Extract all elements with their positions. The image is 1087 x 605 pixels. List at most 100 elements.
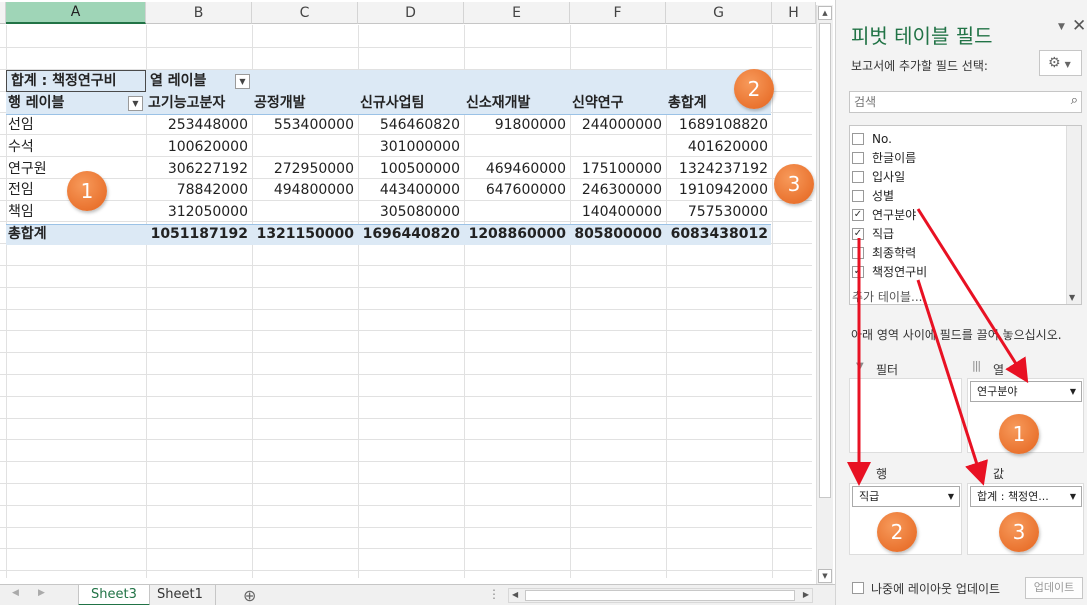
pivot-value-cell[interactable] bbox=[464, 202, 570, 223]
column-header-c[interactable]: C bbox=[252, 2, 358, 24]
columns-field-chip[interactable]: 연구분야 ▼ bbox=[970, 381, 1082, 402]
field-checkbox[interactable]: ✓ bbox=[852, 227, 864, 240]
scroll-down-arrow-icon[interactable]: ▼ bbox=[818, 569, 832, 583]
rows-field-chip[interactable]: 직급 ▼ bbox=[852, 486, 960, 507]
chip-dropdown-icon[interactable]: ▼ bbox=[1070, 382, 1076, 401]
search-icon[interactable]: ⌕ bbox=[1071, 93, 1078, 108]
scroll-up-arrow-icon[interactable]: ▲ bbox=[818, 6, 832, 20]
filter-area[interactable] bbox=[849, 378, 962, 453]
values-field-chip[interactable]: 합계 : 책정연... ▼ bbox=[970, 486, 1082, 507]
column-header-f[interactable]: F bbox=[570, 2, 666, 24]
search-input[interactable] bbox=[850, 92, 1055, 112]
column-header-g[interactable]: G bbox=[666, 2, 772, 24]
pivot-value-cell[interactable]: 91800000 bbox=[464, 115, 570, 136]
field-checkbox[interactable] bbox=[852, 189, 864, 202]
tab-next-arrow-icon[interactable]: ▶ bbox=[38, 588, 45, 598]
pivot-value-cell[interactable]: 306227192 bbox=[146, 159, 252, 180]
close-icon[interactable]: ✕ bbox=[1072, 16, 1086, 36]
pivot-value-cell[interactable] bbox=[570, 137, 666, 158]
field-checkbox[interactable] bbox=[852, 246, 864, 259]
pivot-value-cell[interactable]: 305080000 bbox=[358, 202, 464, 223]
field-item[interactable]: 최종학력 bbox=[852, 243, 916, 262]
pivot-value-cell[interactable]: 757530000 bbox=[666, 202, 772, 223]
field-item[interactable]: 한글이름 bbox=[852, 148, 916, 167]
tab-sheet1[interactable]: Sheet1 bbox=[145, 585, 216, 605]
pivot-value-cell[interactable]: 100500000 bbox=[358, 159, 464, 180]
hscroll-right-arrow-icon[interactable]: ▶ bbox=[803, 590, 809, 599]
update-button[interactable]: 업데이트 bbox=[1025, 577, 1083, 599]
hscroll-left-arrow-icon[interactable]: ◀ bbox=[512, 590, 518, 599]
pivot-row-label-cell[interactable]: 수석 bbox=[8, 137, 138, 158]
split-handle-icon[interactable]: ⋮ bbox=[488, 587, 500, 601]
pivot-value-cell[interactable]: 78842000 bbox=[146, 180, 252, 201]
pivot-value-cell[interactable]: 469460000 bbox=[464, 159, 570, 180]
field-item[interactable]: ✓ 직급 bbox=[852, 224, 894, 243]
pane-options-caret-icon[interactable]: ▼ bbox=[1058, 22, 1065, 32]
pivot-value-cell[interactable]: 401620000 bbox=[666, 137, 772, 158]
tools-button[interactable]: ⚙ ▼ bbox=[1039, 50, 1082, 76]
field-checkbox[interactable]: ✓ bbox=[852, 265, 864, 278]
field-item[interactable]: ✓ 연구분야 bbox=[852, 205, 916, 224]
field-checkbox[interactable] bbox=[852, 132, 864, 145]
field-item[interactable]: No. bbox=[852, 129, 892, 148]
field-checkbox[interactable]: ✓ bbox=[852, 208, 864, 221]
chip-dropdown-icon[interactable]: ▼ bbox=[948, 487, 954, 506]
pivot-value-cell[interactable]: 140400000 bbox=[570, 202, 666, 223]
pivot-row-label-cell[interactable]: 총합계 bbox=[8, 224, 138, 245]
field-checkbox[interactable] bbox=[852, 151, 864, 164]
pivot-value-cell[interactable]: 553400000 bbox=[252, 115, 358, 136]
tab-sheet3[interactable]: Sheet3 bbox=[78, 585, 150, 605]
pivot-row-label-cell[interactable]: 선임 bbox=[8, 115, 138, 136]
row-filter-dropdown[interactable]: ▼ bbox=[128, 96, 143, 111]
field-label: 직급 bbox=[872, 227, 895, 241]
pivot-value-cell[interactable]: 246300000 bbox=[570, 180, 666, 201]
pivot-value-cell[interactable]: 1051187192 bbox=[146, 224, 252, 245]
pivot-value-cell[interactable]: 1689108820 bbox=[666, 115, 772, 136]
defer-layout-checkbox[interactable] bbox=[852, 582, 864, 594]
field-item[interactable]: ✓ 책정연구비 bbox=[852, 262, 927, 281]
pivot-value-cell[interactable] bbox=[252, 137, 358, 158]
more-tables-link[interactable]: 추가 테이블... bbox=[852, 288, 1057, 305]
scroll-thumb[interactable] bbox=[819, 23, 831, 498]
pivot-value-cell[interactable]: 1321150000 bbox=[252, 224, 358, 245]
pivot-value-cell[interactable]: 647600000 bbox=[464, 180, 570, 201]
pivot-value-cell[interactable]: 175100000 bbox=[570, 159, 666, 180]
pivot-value-cell[interactable]: 494800000 bbox=[252, 180, 358, 201]
pivot-value-cell[interactable]: 312050000 bbox=[146, 202, 252, 223]
chip-dropdown-icon[interactable]: ▼ bbox=[1070, 487, 1076, 506]
pivot-value-cell[interactable]: 301000000 bbox=[358, 137, 464, 158]
vertical-scrollbar[interactable]: ▲ ▼ bbox=[816, 5, 833, 585]
pivot-value-cell[interactable]: 253448000 bbox=[146, 115, 252, 136]
pivot-value-cell[interactable]: 1696440820 bbox=[358, 224, 464, 245]
pivot-value-cell[interactable]: 1324237192 bbox=[666, 159, 772, 180]
pivot-value-cell[interactable]: 546460820 bbox=[358, 115, 464, 136]
column-header-e[interactable]: E bbox=[464, 2, 570, 24]
hscroll-thumb[interactable] bbox=[525, 590, 795, 601]
column-header-a[interactable]: A bbox=[6, 2, 146, 24]
tab-prev-arrow-icon[interactable]: ◀ bbox=[12, 588, 19, 598]
pivot-value-cell[interactable]: 805800000 bbox=[570, 224, 666, 245]
pivot-value-cell[interactable] bbox=[464, 137, 570, 158]
field-item[interactable]: 입사일 bbox=[852, 167, 905, 186]
column-header-d[interactable]: D bbox=[358, 2, 464, 24]
column-header-b[interactable]: B bbox=[146, 2, 252, 24]
column-filter-dropdown[interactable]: ▼ bbox=[235, 74, 250, 89]
pivot-value-cell[interactable]: 1208860000 bbox=[464, 224, 570, 245]
field-list-down-arrow-icon[interactable]: ▼ bbox=[1069, 293, 1075, 302]
field-item[interactable]: 성별 bbox=[852, 186, 894, 205]
pivot-value-cell[interactable]: 443400000 bbox=[358, 180, 464, 201]
field-checkbox[interactable] bbox=[852, 170, 864, 183]
pivot-value-cell[interactable]: 272950000 bbox=[252, 159, 358, 180]
horizontal-scrollbar[interactable]: ◀ ▶ bbox=[508, 588, 813, 603]
pivot-value-cell[interactable]: 244000000 bbox=[570, 115, 666, 136]
field-list-scrollbar[interactable]: ▼ bbox=[1066, 126, 1081, 304]
pivot-value-cell[interactable]: 6083438012 bbox=[666, 224, 772, 245]
pivot-value-cell[interactable]: 1910942000 bbox=[666, 180, 772, 201]
pivot-value-cell[interactable]: 100620000 bbox=[146, 137, 252, 158]
add-sheet-icon[interactable]: ⊕ bbox=[243, 586, 256, 605]
pivot-value-label[interactable]: 합계 : 책정연구비 bbox=[6, 70, 146, 92]
gridline bbox=[0, 396, 812, 397]
search-box[interactable]: ⌕ bbox=[849, 91, 1082, 113]
column-header-h[interactable]: H bbox=[772, 2, 816, 24]
pivot-value-cell[interactable] bbox=[252, 202, 358, 223]
